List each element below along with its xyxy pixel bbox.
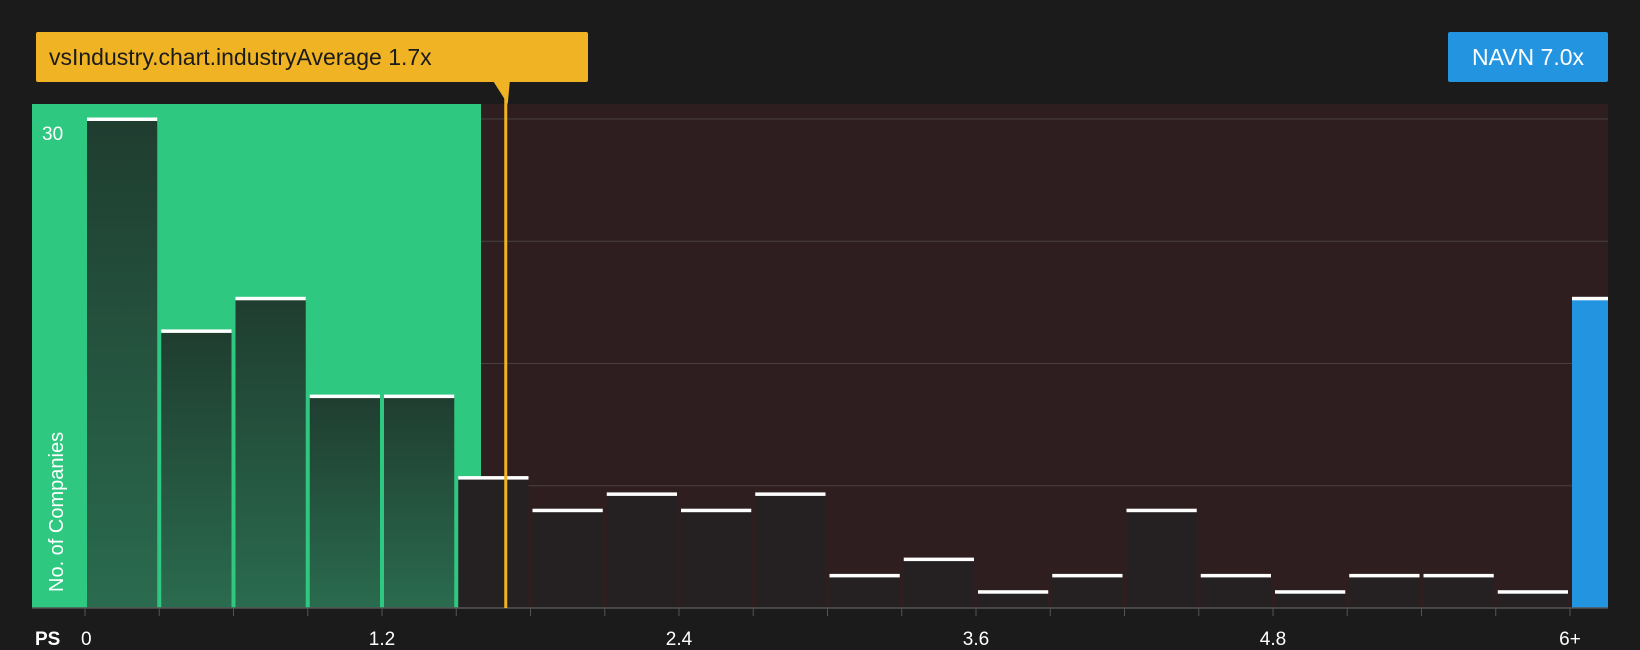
histogram-bar <box>1052 575 1123 608</box>
histogram-bar <box>384 396 455 608</box>
histogram-bar <box>309 396 380 608</box>
histogram-bar-cap <box>1423 573 1494 578</box>
x-tick-label: 3.6 <box>963 629 989 650</box>
histogram-bar-cap <box>458 476 529 480</box>
histogram-bar <box>1126 510 1197 608</box>
histogram-bar <box>235 298 306 608</box>
histogram-bar <box>1497 591 1568 608</box>
x-axis-label: PS <box>35 629 60 650</box>
y-axis-label: No. of Companies <box>46 432 68 592</box>
y-tick-label: 30 <box>42 124 63 145</box>
histogram-bar-cap <box>681 508 752 513</box>
industry-average-pointer <box>493 82 510 104</box>
histogram-bar-cap <box>903 557 974 562</box>
histogram-bar <box>606 493 677 608</box>
histogram-bar-cap <box>1349 573 1420 578</box>
histogram-bar <box>903 559 974 608</box>
histogram-bar-cap <box>1275 590 1346 594</box>
industry-average-label: vsIndustry.chart.industryAverage 1.7x <box>49 44 432 70</box>
histogram-bar-cap <box>1200 573 1271 578</box>
histogram-bar-cap <box>309 394 380 399</box>
histogram-bar-cap <box>161 329 232 333</box>
x-tick-label: 2.4 <box>666 629 693 650</box>
x-tick-label: 4.8 <box>1260 629 1286 650</box>
histogram-bar <box>978 591 1049 608</box>
x-tick-label: 6+ <box>1559 629 1581 650</box>
histogram-bar-cap <box>1126 508 1197 513</box>
histogram-bar-cap <box>829 573 900 578</box>
histogram-svg: vsIndustry.chart.industryAverage 1.7x 0 1… <box>32 32 1608 650</box>
histogram-bar <box>532 510 603 608</box>
x-tick-label: 1.2 <box>369 629 395 650</box>
histogram-bar <box>1349 575 1420 608</box>
histogram-bar-cap <box>606 492 677 496</box>
histogram-bar <box>87 119 158 608</box>
histogram-bar-cap <box>532 508 603 513</box>
histogram-bar-cap <box>1497 590 1568 594</box>
x-tick-label: 0 <box>81 629 92 650</box>
histogram-bar <box>829 575 900 608</box>
histogram-bar-cap <box>87 117 158 121</box>
histogram-bar-cap <box>1052 573 1123 578</box>
histogram-bar <box>1275 591 1346 608</box>
histogram-bar-cap <box>384 394 455 399</box>
histogram-bar <box>1423 575 1494 608</box>
company-label: NAVN 7.0x <box>1472 44 1585 70</box>
histogram-bar <box>458 477 529 608</box>
histogram-bar <box>681 510 752 608</box>
histogram-bar-cap <box>978 590 1049 594</box>
histogram-bar <box>161 330 232 608</box>
company-bar-cap <box>1572 296 1608 301</box>
histogram-bar <box>755 493 826 608</box>
histogram-bar-cap <box>755 492 826 496</box>
company-bar <box>1572 298 1608 608</box>
histogram-bar <box>1200 575 1271 608</box>
histogram-bar-cap <box>235 296 306 301</box>
ps-distribution-chart: vsIndustry.chart.industryAverage 1.7x 0 1… <box>0 0 1640 650</box>
